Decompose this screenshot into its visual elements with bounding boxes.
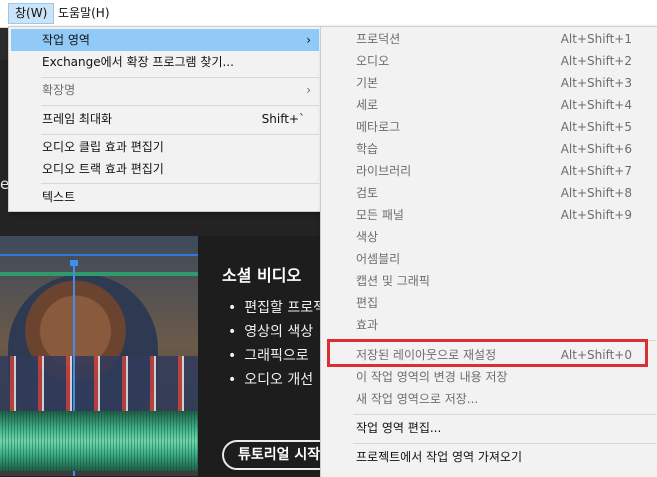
menu-item-shortcut: Shift+`: [261, 112, 305, 126]
banner-title: 소셜 비디오: [222, 266, 302, 285]
menu-separator: [41, 77, 319, 78]
menu-separator: [41, 183, 319, 184]
menu-window[interactable]: 창(W): [8, 3, 55, 24]
workspace-item-effects[interactable]: 효과: [323, 314, 656, 336]
menu-separator: [353, 340, 656, 341]
menu-item-label: 오디오 클립 효과 편집기: [42, 140, 164, 154]
menu-item-shortcut: Alt+Shift+7: [560, 164, 632, 178]
menu-item-label: 프로덕션: [356, 32, 401, 46]
menu-item-label: 검토: [356, 186, 379, 200]
menu-item-label: 기본: [356, 76, 379, 90]
menu-item-shortcut: Alt+Shift+3: [560, 76, 632, 90]
menu-item-label: 색상: [356, 230, 379, 244]
menu-item-label: 저장된 레이아웃으로 재설정: [356, 348, 497, 362]
menu-item-audio-clip-effects[interactable]: 오디오 클립 효과 편집기: [11, 136, 319, 158]
menu-item-label: 이 작업 영역의 변경 내용 저장: [356, 370, 508, 384]
banner-bullet: 편집할 프로젝: [228, 296, 326, 320]
menu-item-shortcut: Alt+Shift+9: [560, 208, 632, 222]
menu-item-label: 확장명: [42, 83, 76, 97]
menu-item-label: 효과: [356, 318, 379, 332]
workspace-item-metalog[interactable]: 메타로그 Alt+Shift+5: [323, 116, 656, 138]
workspace-item-import-from-project[interactable]: 프로젝트에서 작업 영역 가져오기: [323, 446, 656, 468]
workspace-item-editing[interactable]: 편집: [323, 292, 656, 314]
window-menu: 작업 영역 › Exchange에서 확장 프로그램 찾기... 확장명 › 프…: [8, 26, 322, 212]
menu-item-label: 세로: [356, 98, 379, 112]
menu-item-workspaces[interactable]: 작업 영역 ›: [11, 29, 319, 51]
workspace-item-essentials[interactable]: 기본 Alt+Shift+3: [323, 72, 656, 94]
menu-help[interactable]: 도움말(H): [52, 3, 116, 24]
menu-item-label: 모든 패널: [356, 208, 404, 222]
workspace-item-assembly[interactable]: 어셈블리: [323, 248, 656, 270]
menu-item-maximize-frame[interactable]: 프레임 최대화 Shift+`: [11, 108, 319, 130]
menu-item-shortcut: Alt+Shift+4: [560, 98, 632, 112]
workspace-item-libraries[interactable]: 라이브러리 Alt+Shift+7: [323, 160, 656, 182]
menu-item-audio-track-effects[interactable]: 오디오 트랙 효과 편집기: [11, 158, 319, 180]
menu-item-shortcut: Alt+Shift+0: [560, 348, 632, 362]
menu-item-label: 라이브러리: [356, 164, 412, 178]
workspace-item-all-panels[interactable]: 모든 패널 Alt+Shift+9: [323, 204, 656, 226]
workspace-submenu: 프로덕션 Alt+Shift+1 오디오 Alt+Shift+2 기본 Alt+…: [320, 26, 657, 477]
workspace-item-reset-layout[interactable]: 저장된 레이아웃으로 재설정 Alt+Shift+0: [323, 344, 656, 366]
menu-item-label: 캡션 및 그래픽: [356, 274, 430, 288]
menu-bar: 창(W) 도움말(H): [0, 0, 657, 28]
workspace-item-vertical[interactable]: 세로 Alt+Shift+4: [323, 94, 656, 116]
workspace-item-color[interactable]: 색상: [323, 226, 656, 248]
workspace-item-review[interactable]: 검토 Alt+Shift+8: [323, 182, 656, 204]
menu-item-label: 새 작업 영역으로 저장...: [356, 392, 479, 406]
workspace-item-audio[interactable]: 오디오 Alt+Shift+2: [323, 50, 656, 72]
submenu-arrow-icon: ›: [306, 83, 311, 97]
timeline-track: [0, 254, 198, 256]
menu-item-label: 어셈블리: [356, 252, 401, 266]
menu-separator: [353, 414, 656, 415]
video-thumbnail: [0, 236, 198, 476]
banner-bullet: 그래픽으로: [228, 344, 326, 368]
workspace-item-save-as-new[interactable]: 새 작업 영역으로 저장...: [323, 388, 656, 410]
menu-item-shortcut: Alt+Shift+6: [560, 142, 632, 156]
menu-item-label: 작업 영역: [42, 33, 90, 47]
banner-bullet: 영상의 색상: [228, 320, 326, 344]
menu-item-label: 오디오 트랙 효과 편집기: [42, 162, 164, 176]
menu-item-label: 메타로그: [356, 120, 401, 134]
shirt-pattern: [0, 356, 198, 416]
menu-item-label: 편집: [356, 296, 379, 310]
workspace-item-captions-graphics[interactable]: 캡션 및 그래픽: [323, 270, 656, 292]
menu-separator: [41, 105, 319, 106]
menu-item-text[interactable]: 텍스트: [11, 186, 319, 208]
menu-item-shortcut: Alt+Shift+8: [560, 186, 632, 200]
banner-bullets: 편집할 프로젝 영상의 색상 그래픽으로 오디오 개선: [228, 296, 326, 392]
menu-item-shortcut: Alt+Shift+1: [560, 32, 632, 46]
menu-item-label: 프레임 최대화: [42, 112, 113, 126]
banner-bullet: 오디오 개선: [228, 368, 326, 392]
menu-item-label: 프로젝트에서 작업 영역 가져오기: [356, 450, 523, 464]
menu-item-shortcut: Alt+Shift+2: [560, 54, 632, 68]
submenu-arrow-icon: ›: [306, 33, 311, 47]
menu-item-label: 작업 영역 편집...: [356, 421, 442, 435]
audio-waveform: [0, 411, 198, 471]
timeline-clip-bar: [0, 272, 198, 276]
menu-item-label: 오디오: [356, 54, 390, 68]
workspace-item-production[interactable]: 프로덕션 Alt+Shift+1: [323, 28, 656, 50]
workspace-item-edit-workspaces[interactable]: 작업 영역 편집...: [323, 417, 656, 439]
workspace-item-save-changes[interactable]: 이 작업 영역의 변경 내용 저장: [323, 366, 656, 388]
menu-item-label: Exchange에서 확장 프로그램 찾기...: [42, 55, 234, 69]
menu-item-shortcut: Alt+Shift+5: [560, 120, 632, 134]
menu-item-extensions[interactable]: 확장명 ›: [11, 79, 319, 101]
menu-item-label: 학습: [356, 142, 379, 156]
menu-separator: [353, 443, 656, 444]
menu-separator: [41, 134, 319, 135]
workspace-item-learning[interactable]: 학습 Alt+Shift+6: [323, 138, 656, 160]
menu-item-find-extensions[interactable]: Exchange에서 확장 프로그램 찾기...: [11, 51, 319, 73]
menu-item-label: 텍스트: [42, 190, 76, 204]
